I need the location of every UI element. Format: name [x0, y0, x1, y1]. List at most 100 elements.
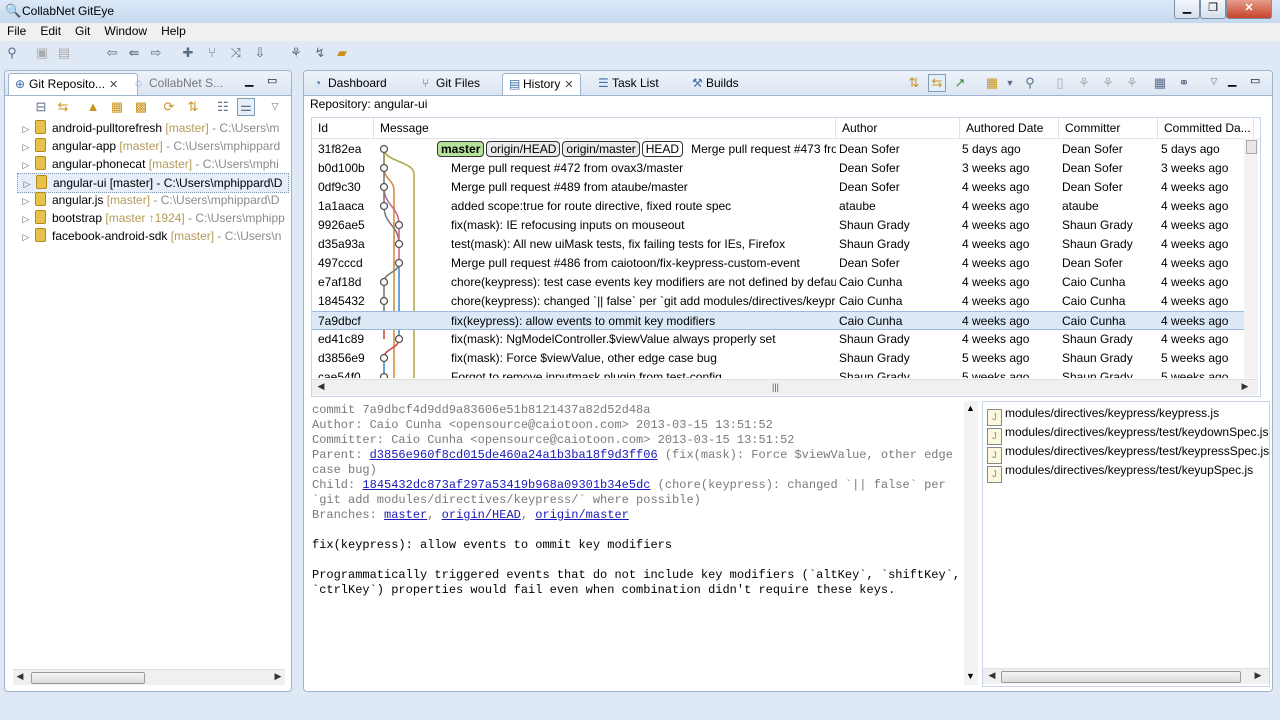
- menu-file[interactable]: File: [0, 23, 33, 39]
- scroll-left-icon[interactable]: ◀: [985, 670, 999, 681]
- revert-icon[interactable]: ⚘: [1100, 75, 1116, 91]
- repo-item[interactable]: ▷ angular.js [master] - C:\Users\mphippar…: [17, 191, 287, 209]
- minimize-view-icon[interactable]: ▁: [245, 74, 253, 87]
- reset-icon[interactable]: ⚘: [1124, 75, 1140, 91]
- compare-icon[interactable]: ▯: [1052, 75, 1068, 91]
- expand-arrow-icon[interactable]: ▷: [17, 192, 35, 209]
- table-row[interactable]: 9926ae5 fix(mask): IE refocusing inputs o…: [312, 216, 1257, 235]
- column-header-author[interactable]: Author: [836, 118, 960, 138]
- scroll-right-icon[interactable]: ▶: [271, 671, 285, 682]
- repo-item[interactable]: ▷ facebook-android-sdk [master] - C:\User…: [17, 227, 287, 245]
- link-editor-icon[interactable]: ⇆: [55, 99, 71, 115]
- tab-task-list[interactable]: ☰ Task List: [592, 73, 665, 94]
- minimize-view-icon[interactable]: ▁: [1228, 74, 1236, 87]
- file-item[interactable]: Jmodules/directives/keypress/test/keyupS…: [987, 461, 1253, 483]
- ref-badge[interactable]: HEAD: [641, 141, 684, 157]
- details-vertical-scrollbar[interactable]: ▲ ▼: [964, 401, 978, 685]
- clone-repo-icon[interactable]: ▦: [109, 99, 125, 115]
- scroll-down-icon[interactable]: ▼: [966, 671, 975, 681]
- find-icon[interactable]: ⚲: [1022, 75, 1038, 91]
- ref-badge[interactable]: origin/HEAD: [486, 141, 561, 157]
- repo-item[interactable]: ▷ angular-app [master] - C:\Users\mphippa…: [17, 137, 287, 155]
- pull-icon[interactable]: ⇚: [126, 45, 142, 61]
- table-row[interactable]: 497cccd Merge pull request #486 from caio…: [312, 254, 1257, 273]
- table-horizontal-scrollbar[interactable]: ◀ ||| ▶: [312, 379, 1258, 395]
- tab-dashboard[interactable]: ◔ Dashboard: [308, 73, 393, 94]
- refresh-icon[interactable]: ⟳: [161, 99, 177, 115]
- table-row[interactable]: b0d100b Merge pull request #472 from ovax…: [312, 159, 1257, 178]
- repo-item[interactable]: ▷ bootstrap [master ↑1924] - C:\Users\mph…: [17, 209, 287, 227]
- save-icon[interactable]: ▣: [34, 45, 50, 61]
- layout-icon[interactable]: ▦: [1152, 75, 1168, 91]
- download-icon[interactable]: ⇩: [252, 45, 268, 61]
- branch-link[interactable]: origin/master: [535, 508, 629, 522]
- file-item[interactable]: Jmodules/directives/keypress/test/keydow…: [987, 423, 1268, 445]
- table-row[interactable]: ed41c89 fix(mask): NgModelController.$vie…: [312, 330, 1257, 349]
- tab-git-repositories[interactable]: ⊕ Git Reposito... ✕: [8, 73, 138, 95]
- scroll-right-icon[interactable]: ▶: [1251, 670, 1265, 681]
- filter-icon[interactable]: ⚌: [237, 98, 255, 116]
- column-header-committed-date[interactable]: Committed Da...: [1158, 118, 1254, 138]
- column-header-id[interactable]: Id: [312, 118, 374, 138]
- close-window-button[interactable]: ✕: [1226, 0, 1272, 19]
- scroll-left-icon[interactable]: ◀: [314, 381, 328, 392]
- search-icon[interactable]: ⚲: [4, 45, 20, 61]
- repo-item[interactable]: ▷ angular-phonecat [master] - C:\Users\mp…: [17, 155, 287, 173]
- expand-arrow-icon[interactable]: ▷: [17, 228, 35, 245]
- fetch-icon[interactable]: ⇦: [104, 45, 120, 61]
- scroll-thumb[interactable]: [31, 672, 145, 684]
- child-commit-link[interactable]: 1845432dc873af297a53419b968a09301b34e5dc: [362, 478, 650, 492]
- menu-help[interactable]: Help: [154, 23, 193, 39]
- column-header-message[interactable]: Message: [374, 118, 836, 138]
- tab-builds[interactable]: ⚒ Builds: [686, 73, 745, 94]
- sync-icon[interactable]: ⇅: [185, 99, 201, 115]
- table-vertical-scrollbar[interactable]: [1244, 138, 1258, 378]
- scroll-thumb[interactable]: [1001, 671, 1241, 683]
- view-menu-icon[interactable]: ▽: [267, 98, 283, 114]
- scroll-thumb[interactable]: [1246, 140, 1257, 154]
- column-header-committer[interactable]: Committer: [1059, 118, 1158, 138]
- ref-badge[interactable]: origin/master: [562, 141, 640, 157]
- scroll-left-icon[interactable]: ◀: [13, 671, 27, 682]
- close-tab-icon[interactable]: ✕: [564, 79, 573, 91]
- ref-badge[interactable]: master: [437, 141, 485, 157]
- table-row[interactable]: 31f82ea master origin/HEAD origin/master HEA…: [312, 140, 1257, 159]
- file-item[interactable]: Jmodules/directives/keypress/test/keypre…: [987, 442, 1269, 464]
- expand-arrow-icon[interactable]: ▷: [17, 120, 35, 137]
- link-selection-icon[interactable]: ⇆: [928, 74, 946, 92]
- create-repo-icon[interactable]: ▩: [133, 99, 149, 115]
- cherry-pick-icon[interactable]: ⚘: [288, 45, 304, 61]
- expand-arrow-icon[interactable]: ▷: [17, 138, 35, 155]
- table-row[interactable]: 1845432 chore(keypress): changed `|| fals…: [312, 292, 1257, 311]
- branch-link[interactable]: origin/HEAD: [442, 508, 521, 522]
- push-icon[interactable]: ⇨: [148, 45, 164, 61]
- table-row[interactable]: e7af18d chore(keypress): test case events…: [312, 273, 1257, 292]
- open-repo-icon[interactable]: ▰: [334, 45, 350, 61]
- branch-icon[interactable]: ⑂: [204, 45, 220, 61]
- graph-icon[interactable]: ⚭: [1176, 75, 1192, 91]
- file-item[interactable]: Jmodules/directives/keypress/keypress.js: [987, 404, 1219, 426]
- repo-item[interactable]: ▷ android-pulltorefresh [master] - C:\Use…: [17, 119, 287, 137]
- repo-item-selected[interactable]: ▷ angular-ui [master] - C:\Users\mphippar…: [17, 173, 289, 193]
- menu-edit[interactable]: Edit: [33, 23, 68, 39]
- scroll-right-icon[interactable]: ▶: [1238, 381, 1252, 392]
- tab-collabnet[interactable]: ◌ CollabNet S...: [129, 73, 229, 94]
- branch-link[interactable]: master: [384, 508, 427, 522]
- column-header-authored-date[interactable]: Authored Date: [960, 118, 1059, 138]
- table-row[interactable]: d3856e9 fix(mask): Force $viewValue, othe…: [312, 349, 1257, 368]
- save-all-icon[interactable]: ▤: [56, 45, 72, 61]
- tab-history[interactable]: ▤ History ✕: [502, 73, 581, 95]
- maximize-view-icon[interactable]: ▭: [1250, 74, 1260, 87]
- table-row[interactable]: d35a93a test(mask): All new uiMask tests,…: [312, 235, 1257, 254]
- files-horizontal-scrollbar[interactable]: ◀ ▶: [983, 668, 1269, 684]
- maximize-view-icon[interactable]: ▭: [267, 74, 277, 87]
- add-repo-icon[interactable]: ▲: [85, 99, 101, 115]
- table-row[interactable]: 7a9dbcf fix(keypress): allow events to om…: [312, 311, 1257, 330]
- sync-history-icon[interactable]: ⇅: [906, 75, 922, 91]
- table-row[interactable]: 1a1aaca added scope:true for route direct…: [312, 197, 1257, 216]
- menu-git[interactable]: Git: [68, 23, 97, 39]
- merge-icon[interactable]: ⤨: [228, 45, 244, 61]
- rebase-icon[interactable]: ↯: [312, 45, 328, 61]
- expand-arrow-icon[interactable]: ▷: [17, 210, 35, 227]
- tab-git-files[interactable]: ⑂ Git Files: [416, 73, 486, 94]
